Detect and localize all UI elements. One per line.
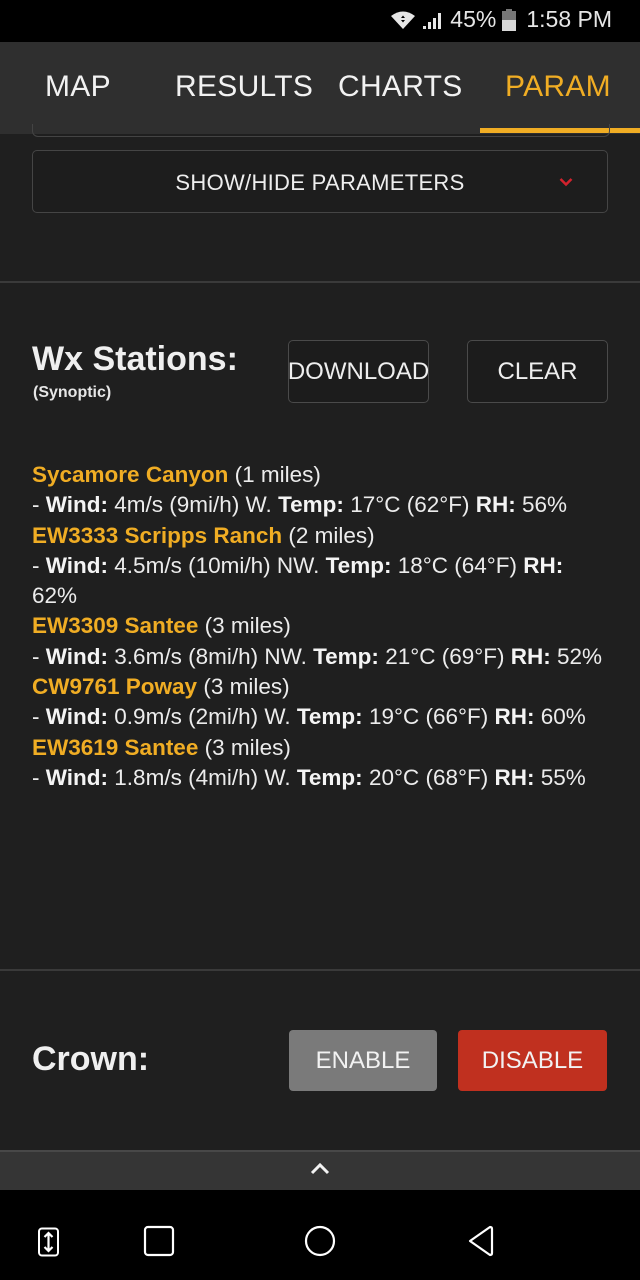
chevron-down-icon xyxy=(559,174,573,192)
clock: 1:58 PM xyxy=(526,6,612,32)
wind-label: Wind: xyxy=(45,643,109,669)
temp-value: 17°C (62°F) xyxy=(350,492,470,518)
station-distance: (3 miles) xyxy=(203,674,290,700)
crown-disable-button[interactable]: DISABLE xyxy=(458,1030,607,1091)
rh-value: 56% xyxy=(522,492,568,518)
previous-panel-edge xyxy=(32,124,610,137)
station-distance: (1 miles) xyxy=(234,462,321,487)
tab-charts[interactable]: CHARTS xyxy=(338,70,463,104)
wind-value: 0.9m/s (2mi/h) W. xyxy=(114,704,291,730)
show-hide-parameters-button[interactable]: SHOW/HIDE PARAMETERS xyxy=(32,150,608,213)
temp-label: Temp: xyxy=(296,764,363,790)
wind-value: 3.6m/s (8mi/h) NW. xyxy=(114,643,307,669)
rh-value: 55% xyxy=(540,764,586,790)
crown-enable-button[interactable]: ENABLE xyxy=(289,1030,437,1091)
crown-title: Crown: xyxy=(32,1040,150,1078)
station-distance: (3 miles) xyxy=(204,734,291,760)
temp-value: 21°C (69°F) xyxy=(385,643,505,669)
wx-stations-title: Wx Stations: xyxy=(32,340,238,378)
chevron-up-icon[interactable] xyxy=(309,1162,331,1181)
station-item: EW3333 Scripps Ranch (2 miles) - Wind: 4… xyxy=(32,522,564,609)
station-item: EW3309 Santee (3 miles) - Wind: 3.6m/s (… xyxy=(32,613,603,669)
signal-icon xyxy=(422,10,444,30)
station-name[interactable]: EW3333 Scripps Ranch xyxy=(32,523,282,548)
home-icon[interactable] xyxy=(304,1225,336,1262)
download-button[interactable]: DOWNLOAD xyxy=(288,340,429,403)
battery-icon xyxy=(502,8,517,31)
rh-value: 60% xyxy=(540,704,586,730)
station-distance: (3 miles) xyxy=(204,613,291,639)
station-item: EW3619 Santee (3 miles) - Wind: 1.8m/s (… xyxy=(32,734,586,790)
battery-percent: 45% xyxy=(450,6,497,32)
station-name[interactable]: EW3619 Santee xyxy=(32,735,198,760)
screen-swap-icon[interactable] xyxy=(37,1227,61,1262)
wind-label: Wind: xyxy=(45,704,109,730)
wind-value: 4m/s (9mi/h) W. xyxy=(114,492,272,518)
temp-label: Temp: xyxy=(313,643,379,669)
wx-stations-subtitle: (Synoptic) xyxy=(33,384,112,401)
temp-value: 19°C (66°F) xyxy=(368,704,489,730)
recents-icon[interactable] xyxy=(143,1225,175,1262)
tab-results[interactable]: RESULTS xyxy=(175,70,313,104)
wifi-icon xyxy=(390,10,416,30)
station-name[interactable]: CW9761 Poway xyxy=(32,674,197,699)
section-divider xyxy=(0,281,640,283)
tab-map[interactable]: MAP xyxy=(45,70,111,104)
rh-label: RH: xyxy=(475,492,516,518)
station-name[interactable]: EW3309 Santee xyxy=(32,613,198,638)
temp-value: 18°C (64°F) xyxy=(397,552,517,578)
rh-label: RH: xyxy=(494,704,535,730)
station-list: Sycamore Canyon (1 miles) - Wind: 4m/s (… xyxy=(32,460,612,793)
system-nav-bar xyxy=(0,1190,640,1280)
bottom-expand-bar[interactable] xyxy=(0,1150,640,1192)
temp-value: 20°C (68°F) xyxy=(368,764,489,790)
wind-label: Wind: xyxy=(45,492,109,518)
rh-label: RH: xyxy=(494,764,535,790)
clear-button[interactable]: CLEAR xyxy=(467,340,608,403)
rh-label: RH: xyxy=(523,552,564,578)
show-hide-label: SHOW/HIDE PARAMETERS xyxy=(175,170,465,195)
station-name[interactable]: Sycamore Canyon xyxy=(32,462,228,487)
station-distance: (2 miles) xyxy=(288,522,375,548)
temp-label: Temp: xyxy=(278,492,344,518)
tab-bar: MAP RESULTS CHARTS PARAM xyxy=(0,42,640,134)
tab-param[interactable]: PARAM xyxy=(505,70,611,104)
rh-label: RH: xyxy=(510,643,551,669)
temp-label: Temp: xyxy=(325,552,392,578)
station-item: Sycamore Canyon (1 miles) - Wind: 4m/s (… xyxy=(32,462,568,518)
wind-label: Wind: xyxy=(45,552,109,578)
wind-value: 4.5m/s (10mi/h) NW. xyxy=(114,552,320,578)
status-bar: 45% 1:58 PM xyxy=(0,0,640,42)
temp-label: Temp: xyxy=(296,704,363,730)
back-icon[interactable] xyxy=(466,1225,496,1262)
rh-value: 52% xyxy=(557,643,603,669)
section-divider xyxy=(0,969,640,971)
rh-value: 62% xyxy=(32,583,78,609)
wind-label: Wind: xyxy=(45,764,109,790)
station-item: CW9761 Poway (3 miles) - Wind: 0.9m/s (2… xyxy=(32,674,586,730)
wind-value: 1.8m/s (4mi/h) W. xyxy=(114,764,291,790)
